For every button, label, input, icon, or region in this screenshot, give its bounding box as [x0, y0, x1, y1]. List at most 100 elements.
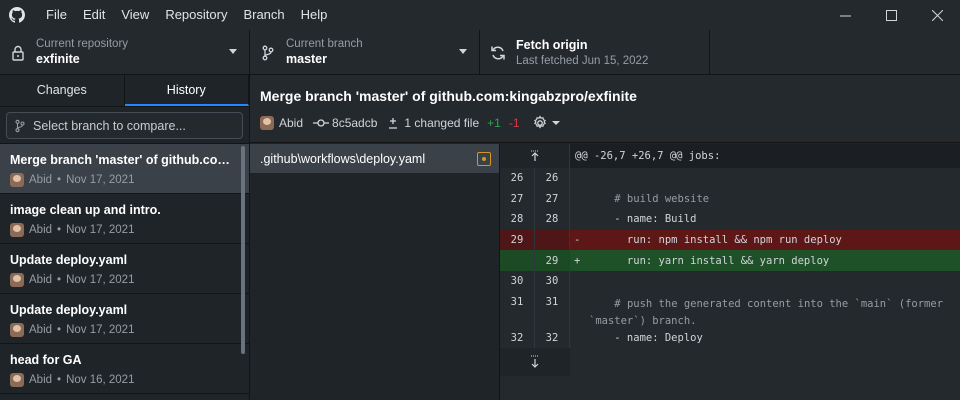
avatar [260, 116, 274, 130]
compare-branch-container [0, 107, 249, 144]
expand-down-icon [531, 355, 539, 369]
diff-settings-button[interactable] [532, 115, 560, 131]
menu-bar: File Edit View Repository Branch Help [38, 0, 335, 30]
minimize-button[interactable] [822, 0, 868, 30]
diff-code: run: yarn install && yarn deploy [589, 254, 830, 267]
commit-list-item[interactable]: Merge branch 'master' of github.com:k...… [0, 144, 249, 194]
diff-expand-footer [500, 348, 960, 377]
branch-compare-icon [15, 119, 25, 132]
commit-list: Merge branch 'master' of github.com:k...… [0, 144, 249, 394]
commit-list-item[interactable]: Update deploy.yaml Abid • Nov 17, 2021 [0, 294, 249, 344]
commit-title: Merge branch 'master' of github.com:k... [10, 153, 235, 167]
diff-line-deleted: 29 - run: npm install && npm run deploy [500, 229, 960, 251]
diff-line: 26 26 [500, 168, 960, 189]
changed-files-count: 1 changed file [404, 116, 480, 130]
meta-separator: • [57, 374, 62, 386]
fetch-origin-button[interactable]: Fetch origin Last fetched Jun 15, 2022 [480, 30, 710, 75]
new-line-number: 26 [535, 168, 570, 189]
new-line-number: 30 [535, 270, 570, 292]
file-modified-icon [477, 151, 491, 166]
branch-label: Current branch [286, 38, 363, 50]
old-line-number: 28 [500, 209, 535, 230]
changed-files-list: .github\workflows\deploy.yaml [250, 144, 500, 400]
toolbar: Current repository exfinite Current bran… [0, 30, 960, 75]
main-panel: Merge branch 'master' of github.com:king… [250, 75, 960, 400]
diff-line-added: 29 + run: yarn install && yarn deploy [500, 250, 960, 271]
diff-line: 27 27 # build website [500, 188, 960, 210]
commit-author: Abid [29, 374, 53, 386]
diff-hunk-header: @@ -26,7 +26,7 @@ jobs: [500, 144, 960, 168]
meta-separator: • [57, 274, 62, 286]
diff-code: - name: Deploy [589, 331, 703, 344]
commit-author: Abid [29, 174, 53, 186]
commit-title: Update deploy.yaml [10, 253, 128, 267]
expand-up-icon [530, 150, 539, 161]
commit-summary-header: Merge branch 'master' of github.com:king… [250, 75, 960, 143]
commit-title: Update deploy.yaml [10, 303, 128, 317]
diff-line: 32 32 - name: Deploy [500, 327, 960, 349]
old-line-number: 32 [500, 327, 535, 349]
diff-view: @@ -26,7 +26,7 @@ jobs: 26 26 27 27 # bu… [500, 144, 960, 400]
file-list-item[interactable]: .github\workflows\deploy.yaml [250, 144, 499, 173]
repo-lock-icon [0, 45, 36, 61]
diff-icon [389, 118, 398, 129]
last-fetched: Last fetched Jun 15, 2022 [516, 55, 649, 67]
maximize-icon [885, 9, 897, 21]
commit-author: Abid [29, 274, 53, 286]
commit-list-item[interactable]: head for GA Abid • Nov 16, 2021 [0, 344, 249, 394]
commit-title: image clean up and intro. [10, 203, 161, 217]
menu-view[interactable]: View [113, 0, 157, 30]
commit-list-item[interactable]: Update deploy.yaml Abid • Nov 17, 2021 [0, 244, 249, 294]
expand-up-button[interactable] [500, 144, 570, 168]
expand-down-button[interactable] [500, 348, 570, 377]
diff-line: 31 31 # push the generated content into … [500, 291, 960, 328]
old-line-number [500, 250, 535, 271]
new-line-number: 32 [535, 327, 570, 349]
repository-name: exfinite [36, 52, 80, 66]
commit-list-item[interactable]: image clean up and intro. Abid • Nov 17,… [0, 194, 249, 244]
menu-file[interactable]: File [38, 0, 75, 30]
menu-repository[interactable]: Repository [157, 0, 235, 30]
minimize-icon [839, 15, 851, 16]
github-logo-icon [2, 0, 32, 30]
gear-icon [533, 115, 546, 129]
avatar [10, 373, 24, 387]
compare-branch-box[interactable] [6, 112, 243, 139]
commit-sha[interactable]: 8c5adcb [332, 116, 377, 130]
commit-icon [313, 119, 330, 127]
meta-separator: • [57, 224, 62, 236]
compare-branch-input[interactable] [33, 118, 233, 133]
new-line-number: 31 [535, 291, 570, 328]
commit-author: Abid [29, 224, 53, 236]
menu-branch[interactable]: Branch [235, 0, 292, 30]
sync-icon [480, 45, 516, 61]
menu-help[interactable]: Help [293, 0, 336, 30]
diff-line: 30 30 [500, 270, 960, 292]
commit-date: Nov 17, 2021 [66, 224, 135, 236]
lines-added: +1 [487, 116, 501, 130]
menu-edit[interactable]: Edit [75, 0, 113, 30]
commit-date: Nov 17, 2021 [66, 174, 135, 186]
sidebar: Changes History Merge branch 'master' of… [0, 75, 250, 400]
window-controls [822, 0, 960, 30]
current-branch-button[interactable]: Current branch master [250, 30, 480, 75]
commit-summary-title: Merge branch 'master' of github.com:king… [260, 88, 637, 104]
old-line-number: 29 [500, 229, 535, 251]
diff-line: 28 28 - name: Build [500, 209, 960, 230]
tab-history[interactable]: History [124, 75, 249, 106]
commit-date: Nov 17, 2021 [66, 274, 135, 286]
fetch-label: Fetch origin [516, 38, 588, 52]
tab-changes[interactable]: Changes [0, 75, 125, 106]
sidebar-tabs: Changes History [0, 75, 249, 107]
avatar [10, 323, 24, 337]
current-repository-button[interactable]: Current repository exfinite [0, 30, 250, 75]
commit-list-scrollbar[interactable] [241, 146, 245, 354]
diff-code: - name: Build [589, 213, 697, 226]
close-button[interactable] [914, 0, 960, 30]
avatar [10, 273, 24, 287]
maximize-button[interactable] [868, 0, 914, 30]
diff-code: # push the generated content into the `m… [589, 297, 950, 327]
commit-summary-author: Abid [279, 116, 304, 130]
commit-summary-meta: Abid 8c5adcb 1 changed file +1 -1 [260, 115, 950, 131]
diff-code: # build website [589, 192, 710, 205]
